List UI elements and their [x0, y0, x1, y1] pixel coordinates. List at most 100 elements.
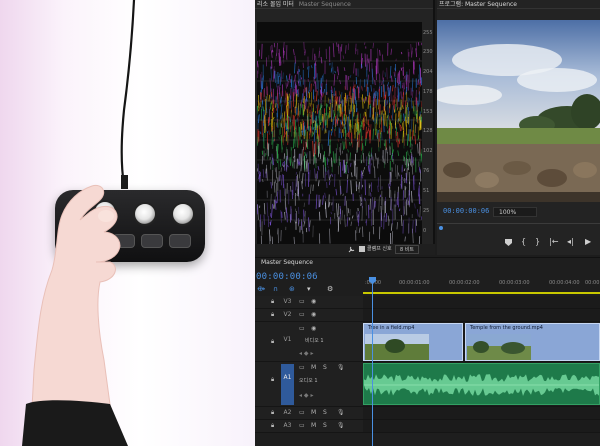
- wrench-icon[interactable]: [348, 246, 355, 253]
- zoom-select[interactable]: 100%: [493, 207, 537, 217]
- play-icon[interactable]: ▶: [585, 237, 591, 246]
- mute-button[interactable]: M: [311, 422, 316, 429]
- audio-clip-1[interactable]: [363, 363, 600, 405]
- track-header-a3[interactable]: 🔒︎ A3 ▭ M S 🎙︎: [255, 420, 363, 433]
- scope-trace: [310, 129, 312, 138]
- scope-trace: [363, 167, 366, 170]
- solo-button[interactable]: S: [323, 409, 327, 416]
- scope-trace: [294, 55, 297, 64]
- scope-trace: [401, 176, 404, 181]
- scope-trace: [293, 236, 295, 244]
- track-header-a1[interactable]: 🔒︎ A1 ▭ M S 🎙︎ 오디오 1 ◂ ◆ ▸: [255, 362, 363, 407]
- scope-sequence-tab[interactable]: Master Sequence: [299, 1, 351, 8]
- sync-lock-icon[interactable]: ▭: [299, 422, 305, 429]
- track-label-v2[interactable]: V2: [281, 310, 294, 320]
- eye-icon[interactable]: ◉: [311, 325, 316, 332]
- track-label-v1[interactable]: V1: [281, 335, 294, 345]
- scope-trace: [384, 138, 387, 150]
- scope-trace: [337, 138, 339, 142]
- add-marker-icon[interactable]: ▾: [307, 285, 311, 293]
- bit-depth-select[interactable]: 8 비트: [395, 245, 419, 254]
- mute-button[interactable]: M: [311, 409, 316, 416]
- scale-label: 204: [423, 69, 433, 75]
- sync-lock-icon[interactable]: ▭: [299, 298, 305, 305]
- timeline-header[interactable]: Master Sequence: [255, 258, 375, 267]
- track-label-a2[interactable]: A2: [281, 408, 294, 418]
- scope-trace: [342, 193, 344, 196]
- video-clip-2[interactable]: Temple from the ground.mp4: [465, 323, 600, 361]
- scope-trace: [374, 153, 377, 160]
- clamp-checkbox[interactable]: [359, 246, 365, 252]
- scope-trace: [272, 69, 275, 82]
- scope-trace: [334, 93, 336, 96]
- track-header-v3[interactable]: 🔒︎ V3 ▭ ◉: [255, 296, 363, 309]
- scope-trace: [269, 123, 271, 126]
- program-tab[interactable]: 프로그램: Master Sequence: [439, 1, 517, 8]
- lock-icon[interactable]: 🔒︎: [271, 298, 274, 306]
- scope-panel-header[interactable]: 리소 몰입 미터 Master Sequence: [255, 0, 433, 9]
- scope-trace: [361, 119, 364, 128]
- sync-lock-icon[interactable]: ▭: [299, 409, 305, 416]
- track-a3[interactable]: [363, 420, 600, 433]
- sync-lock-icon[interactable]: ▭: [299, 364, 305, 371]
- track-header-v2[interactable]: 🔒︎ V2 ▭ ◉: [255, 309, 363, 322]
- video-clip-1[interactable]: Tree in a field.mp4: [363, 323, 463, 361]
- track-v2[interactable]: [363, 309, 600, 322]
- scope-trace: [362, 170, 364, 174]
- track-a1[interactable]: [363, 362, 600, 407]
- track-a2[interactable]: [363, 407, 600, 420]
- program-timecode[interactable]: 00:00:00:06: [443, 207, 489, 215]
- scope-trace: [391, 231, 394, 244]
- track-header-v1[interactable]: ▭ ◉ 🔒︎ V1 비디오 1 ◂ ◆ ▸: [255, 322, 363, 362]
- sync-lock-icon[interactable]: ▭: [299, 325, 305, 332]
- timeline-playhead[interactable]: [372, 277, 373, 446]
- track-header-a2[interactable]: 🔒︎ A2 ▭ M S 🎙︎: [255, 407, 363, 420]
- mark-in-icon[interactable]: {: [521, 237, 526, 246]
- program-playhead[interactable]: [439, 226, 443, 230]
- track-v3[interactable]: [363, 296, 600, 309]
- microphone-icon[interactable]: 🎙︎: [337, 364, 345, 371]
- keyframe-nav-icon[interactable]: ◂ ◆ ▸: [299, 350, 313, 357]
- lock-icon[interactable]: 🔒︎: [271, 338, 274, 346]
- linked-selection-icon[interactable]: ⊛: [289, 285, 295, 293]
- program-scrubber[interactable]: [437, 223, 600, 231]
- scope-trace: [270, 181, 273, 189]
- track-label-a3[interactable]: A3: [281, 421, 294, 431]
- eye-icon[interactable]: ◉: [311, 311, 316, 318]
- solo-button[interactable]: S: [323, 422, 327, 429]
- nest-icon[interactable]: ⟴: [257, 285, 265, 293]
- track-v1[interactable]: Tree in a field.mp4 Temple from the grou…: [363, 322, 600, 362]
- marker-icon[interactable]: [505, 239, 512, 246]
- lock-icon[interactable]: 🔒︎: [271, 311, 274, 319]
- work-area-bar[interactable]: [363, 292, 600, 294]
- scope-trace: [320, 77, 322, 89]
- scope-trace: [392, 95, 394, 106]
- timeline-tab[interactable]: Master Sequence: [261, 259, 313, 266]
- go-to-in-icon[interactable]: |←: [549, 237, 558, 246]
- track-label-a1[interactable]: A1: [281, 364, 294, 405]
- step-back-icon[interactable]: ◂|: [567, 237, 574, 246]
- sync-lock-icon[interactable]: ▭: [299, 311, 305, 318]
- keyframe-nav-icon[interactable]: ◂ ◆ ▸: [299, 392, 313, 399]
- program-monitor-header[interactable]: 프로그램: Master Sequence: [437, 0, 600, 9]
- scope-trace: [345, 45, 347, 54]
- lock-icon[interactable]: 🔒︎: [271, 409, 274, 417]
- microphone-icon[interactable]: 🎙︎: [337, 422, 345, 429]
- timeline-settings-icon[interactable]: ⚙: [327, 285, 333, 293]
- solo-button[interactable]: S: [323, 364, 327, 371]
- scope-trace: [385, 110, 387, 127]
- scope-trace: [344, 214, 346, 228]
- mark-out-icon[interactable]: }: [535, 237, 540, 246]
- scope-tab[interactable]: 리소 몰입 미터: [257, 1, 294, 8]
- microphone-icon[interactable]: 🎙︎: [337, 409, 345, 416]
- snap-icon[interactable]: ∩: [273, 285, 278, 293]
- timeline-timecode[interactable]: 00:00:00:06: [256, 272, 318, 282]
- mute-button[interactable]: M: [311, 364, 316, 371]
- eye-icon[interactable]: ◉: [311, 298, 316, 305]
- scope-trace: [407, 150, 409, 156]
- scope-trace: [412, 107, 415, 114]
- scope-trace: [304, 151, 306, 156]
- track-label-v3[interactable]: V3: [281, 297, 294, 307]
- lock-icon[interactable]: 🔒︎: [271, 376, 274, 384]
- lock-icon[interactable]: 🔒︎: [271, 422, 274, 430]
